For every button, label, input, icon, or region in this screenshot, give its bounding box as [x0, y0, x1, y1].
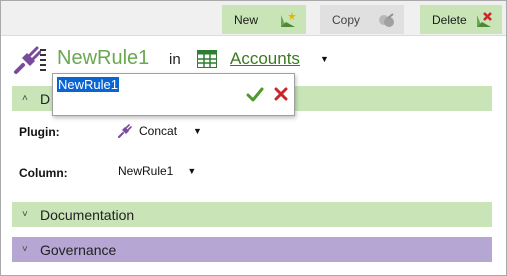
- rule-name-title[interactable]: NewRule1: [57, 47, 149, 70]
- governance-section-title: Governance: [40, 241, 117, 258]
- table-icon: [197, 50, 217, 68]
- rename-input[interactable]: NewRule1: [57, 77, 207, 94]
- plugin-select[interactable]: Concat ▼: [118, 124, 202, 138]
- plugin-label: Plugin:: [19, 125, 60, 139]
- drag-grip-icon[interactable]: [40, 49, 46, 71]
- details-body: Plugin: Concat ▼ Column: NewRule1 ▼: [12, 111, 492, 197]
- column-label: Column:: [19, 166, 68, 180]
- table-link[interactable]: Accounts: [230, 49, 300, 69]
- delete-x-icon: [477, 12, 492, 27]
- details-section-title: D: [40, 90, 51, 107]
- documentation-section-title: Documentation: [40, 206, 135, 223]
- table-dropdown-arrow-icon[interactable]: ▼: [320, 54, 329, 64]
- delete-button[interactable]: Delete: [420, 5, 502, 34]
- documentation-section-header[interactable]: ˅ Documentation: [12, 202, 492, 227]
- collapse-chevron-icon: ˄: [22, 93, 28, 104]
- rename-popup: NewRule1: [52, 73, 295, 116]
- column-dropdown-arrow-icon[interactable]: ▼: [187, 166, 196, 176]
- governance-section-header[interactable]: ˅ Governance: [12, 237, 492, 262]
- rename-selected-text: NewRule1: [57, 77, 119, 92]
- column-value: NewRule1: [118, 164, 174, 178]
- new-star-icon: [281, 12, 296, 27]
- copy-icon: [379, 13, 394, 27]
- cancel-x-icon[interactable]: [274, 87, 288, 101]
- column-select[interactable]: NewRule1 ▼: [118, 164, 196, 178]
- plugin-dropdown-arrow-icon[interactable]: ▼: [193, 126, 202, 136]
- new-button-label: New: [234, 12, 259, 27]
- copy-button[interactable]: Copy: [320, 5, 404, 34]
- new-button[interactable]: New: [222, 5, 306, 34]
- copy-button-label: Copy: [332, 12, 361, 27]
- delete-button-label: Delete: [432, 12, 467, 27]
- plugin-value: Concat: [139, 124, 178, 138]
- plugin-plug-icon: [118, 124, 132, 138]
- in-label: in: [169, 51, 181, 68]
- plug-icon: [14, 46, 41, 74]
- confirm-check-icon[interactable]: [246, 87, 264, 103]
- toolbar: New Copy Delete: [1, 1, 506, 36]
- expand-chevron-icon: ˅: [22, 209, 28, 220]
- expand-chevron-icon: ˅: [22, 244, 28, 255]
